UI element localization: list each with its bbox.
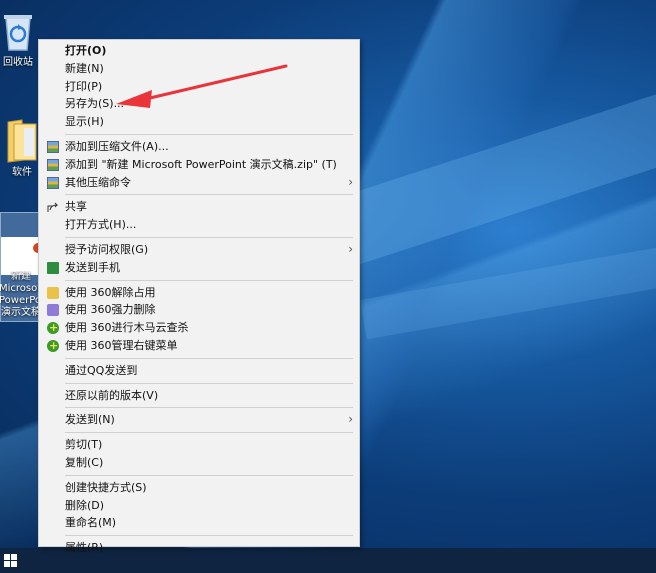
menu-separator (65, 535, 353, 537)
menu-separator (65, 194, 353, 196)
folder-icon (7, 119, 37, 163)
menu-item-360-scan[interactable]: 使用 360进行木马云查杀 (39, 319, 359, 337)
windows-logo-icon (4, 554, 10, 560)
menu-separator (65, 407, 353, 409)
zip-icon (47, 176, 59, 189)
360-delete-icon (47, 304, 59, 317)
menu-item-label: 通过QQ发送到 (65, 363, 138, 377)
share-icon (47, 203, 59, 213)
start-button[interactable] (4, 554, 18, 568)
menu-item-cut[interactable]: 剪切(T) (39, 436, 359, 454)
menu-item-label: 还原以前的版本(V) (65, 388, 159, 402)
recycle-bin-label: 回收站 (3, 57, 33, 68)
menu-item-label: 显示(H) (65, 115, 104, 129)
360-manage-icon (47, 337, 59, 355)
menu-separator (65, 236, 353, 238)
menu-item-restore-versions[interactable]: 还原以前的版本(V) (39, 387, 359, 405)
menu-item-send-to-phone[interactable]: 发送到手机 (39, 259, 359, 277)
menu-item-360-unlock[interactable]: 使用 360解除占用 (39, 284, 359, 302)
menu-item-print[interactable]: 打印(P) (39, 78, 359, 96)
menu-item-label: 打印(P) (65, 79, 103, 93)
menu-item-label: 属性(R) (65, 541, 104, 555)
360-scan-icon (47, 319, 59, 337)
menu-item-label: 删除(D) (65, 498, 105, 512)
windows-logo-icon (11, 554, 17, 560)
menu-item-360-delete[interactable]: 使用 360强力删除 (39, 301, 359, 319)
menu-item-properties[interactable]: 属性(R) (39, 539, 359, 557)
menu-item-label: 重命名(M) (65, 516, 117, 530)
menu-item-360-manage[interactable]: 使用 360管理右键菜单 (39, 337, 359, 355)
menu-item-label: 打开(O) (65, 44, 107, 57)
menu-item-label: 打开方式(H)... (65, 218, 137, 232)
windows-logo-icon (4, 561, 10, 567)
menu-item-label: 授予访问权限(G) (65, 242, 149, 256)
menu-item-label: 发送到手机 (65, 260, 120, 274)
menu-item-save-as[interactable]: 另存为(S)... (39, 95, 359, 113)
menu-item-label: 添加到 "新建 Microsoft PowerPoint 演示文稿.zip" (… (65, 157, 337, 171)
menu-item-label: 添加到压缩文件(A)... (65, 139, 169, 153)
recycle-bin-icon (4, 15, 32, 51)
menu-item-create-shortcut[interactable]: 创建快捷方式(S) (39, 479, 359, 497)
menu-item-label: 使用 360强力删除 (65, 303, 156, 317)
windows-logo-icon (11, 561, 17, 567)
menu-separator (65, 133, 353, 135)
menu-separator (65, 279, 353, 281)
submenu-arrow-icon: › (348, 174, 353, 189)
menu-item-label: 新建(N) (65, 61, 104, 75)
360-unlock-icon (47, 286, 59, 299)
menu-item-delete[interactable]: 删除(D) (39, 497, 359, 515)
phone-icon (47, 261, 59, 274)
menu-item-rename[interactable]: 重命名(M) (39, 514, 359, 532)
menu-item-open[interactable]: 打开(O) (39, 42, 359, 60)
zip-icon (47, 158, 59, 171)
menu-item-send-via-qq[interactable]: 通过QQ发送到 (39, 362, 359, 380)
submenu-arrow-icon: › (348, 241, 353, 256)
submenu-arrow-icon: › (348, 412, 353, 427)
menu-item-label: 共享 (65, 200, 87, 214)
menu-item-label: 其他压缩命令 (65, 175, 131, 189)
menu-separator (65, 432, 353, 434)
menu-item-add-to-archive[interactable]: 添加到压缩文件(A)... (39, 138, 359, 156)
menu-item-share[interactable]: 共享 (39, 198, 359, 216)
menu-item-copy[interactable]: 复制(C) (39, 454, 359, 472)
menu-item-label: 使用 360解除占用 (65, 285, 156, 299)
wallpaper-light-beam (360, 237, 656, 340)
menu-item-label: 剪切(T) (65, 438, 103, 452)
menu-item-show[interactable]: 显示(H) (39, 113, 359, 131)
menu-item-label: 创建快捷方式(S) (65, 480, 147, 494)
menu-item-label: 使用 360进行木马云查杀 (65, 321, 189, 335)
menu-separator (65, 474, 353, 476)
menu-item-label: 使用 360管理右键菜单 (65, 338, 178, 352)
menu-separator (65, 357, 353, 359)
pptx-file-desktop-icon[interactable]: 新建 Microsoft PowerPoint 演示文稿 (0, 212, 43, 322)
menu-item-label: 发送到(N) (65, 413, 115, 427)
menu-item-add-to-zip[interactable]: 添加到 "新建 Microsoft PowerPoint 演示文稿.zip" (… (39, 156, 359, 174)
menu-item-open-with[interactable]: 打开方式(H)... (39, 216, 359, 234)
menu-item-new[interactable]: 新建(N) (39, 60, 359, 78)
context-menu: 打开(O) 新建(N) 打印(P) 另存为(S)... 显示(H) 添加到压缩文… (38, 39, 360, 554)
menu-item-label: 复制(C) (65, 455, 104, 469)
pptx-file-label: 新建 Microsoft PowerPoint 演示文稿 (0, 271, 43, 318)
menu-item-grant-access[interactable]: 授予访问权限(G) › (39, 241, 359, 259)
menu-separator (65, 382, 353, 384)
menu-item-label: 另存为(S)... (65, 97, 125, 111)
zip-icon (47, 140, 59, 153)
menu-item-send-to[interactable]: 发送到(N) › (39, 411, 359, 429)
menu-item-other-compress[interactable]: 其他压缩命令 › (39, 174, 359, 192)
recycle-bin-desktop-icon[interactable]: 回收站 (0, 10, 40, 69)
